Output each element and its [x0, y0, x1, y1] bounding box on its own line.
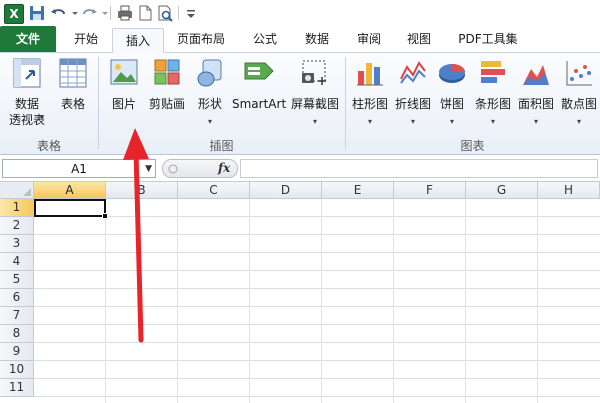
area-chart-label: 面积图	[517, 97, 554, 111]
redo-dropdown-icon[interactable]	[96, 4, 114, 22]
new-doc-icon[interactable]	[136, 4, 154, 22]
scatter-chart-dropdown-icon[interactable]: ▾	[558, 117, 600, 126]
row-header-2[interactable]: 2	[0, 217, 34, 235]
quick-access-toolbar: X	[0, 0, 600, 26]
row-header-1[interactable]: 1	[0, 199, 34, 217]
active-cell-a1[interactable]	[34, 199, 106, 217]
ribbon-insert: 数据 透视表 ▾ 表格 表格 图片 剪贴画 形状 ▾ SmartArt 屏幕截图…	[0, 53, 600, 155]
column-chart-dropdown-icon[interactable]: ▾	[348, 117, 392, 126]
customize-icon[interactable]	[182, 4, 200, 22]
pivot-table-label-1: 数据	[14, 97, 39, 111]
column-header-f[interactable]: F	[394, 182, 466, 199]
row-header-9[interactable]: 9	[0, 343, 34, 361]
shapes-dropdown-icon[interactable]: ▾	[190, 117, 230, 126]
group-label-illustrations: 插图	[209, 139, 234, 153]
clipart-label: 剪贴画	[148, 97, 185, 111]
smartart-label: SmartArt	[232, 97, 287, 111]
row-header-4[interactable]: 4	[0, 253, 34, 271]
insert-function-icon[interactable]: fx	[218, 161, 230, 175]
group-label-charts: 图表	[460, 139, 485, 153]
column-header-g[interactable]: G	[466, 182, 538, 199]
column-chart-icon	[357, 63, 383, 86]
column-header-e[interactable]: E	[322, 182, 394, 199]
bar-chart-icon	[481, 61, 505, 83]
row-header-3[interactable]: 3	[0, 235, 34, 253]
scatter-chart-label: 散点图	[560, 97, 597, 111]
clipart-icon	[154, 59, 180, 85]
line-chart-dropdown-icon[interactable]: ▾	[392, 117, 434, 126]
pie-chart-icon	[439, 64, 465, 83]
row-header-10[interactable]: 10	[0, 361, 34, 379]
column-chart-label: 柱形图	[351, 97, 388, 111]
tab-pdf-tools[interactable]: PDF工具集	[448, 26, 528, 52]
select-all-corner[interactable]	[0, 182, 34, 199]
tab-formulas[interactable]: 公式	[240, 26, 290, 52]
name-box-value: A1	[71, 162, 87, 176]
pivot-dropdown-icon[interactable]: ▾	[40, 113, 44, 122]
scatter-chart-icon	[566, 61, 592, 86]
group-label-tables: 表格	[36, 139, 61, 153]
column-header-a[interactable]: A	[34, 182, 106, 199]
table-label: 表格	[60, 97, 85, 111]
tab-insert[interactable]: 插入	[112, 28, 164, 54]
excel-icon[interactable]: X	[4, 4, 24, 24]
row-header-11[interactable]: 11	[0, 379, 34, 397]
row-header-6[interactable]: 6	[0, 289, 34, 307]
line-chart-icon	[400, 61, 426, 84]
bar-chart-label: 条形图	[474, 97, 511, 111]
screenshot-icon	[302, 60, 326, 85]
column-header-h[interactable]: H	[538, 182, 600, 199]
fill-handle[interactable]	[102, 213, 108, 219]
pie-chart-dropdown-icon[interactable]: ▾	[434, 117, 470, 126]
row-header-8[interactable]: 8	[0, 325, 34, 343]
name-box[interactable]: A1 ▼	[2, 159, 156, 178]
column-header-b[interactable]: B	[106, 182, 178, 199]
tab-view[interactable]: 视图	[396, 26, 442, 52]
line-chart-label: 折线图	[394, 97, 431, 111]
formula-bar: A1 ▼ fx	[0, 157, 600, 182]
formula-input[interactable]	[240, 159, 598, 178]
ribbon-tabs: 文件 开始 插入 页面布局 公式 数据 审阅 视图 PDF工具集	[0, 26, 600, 54]
bar-chart-dropdown-icon[interactable]: ▾	[472, 117, 514, 126]
table-icon	[59, 58, 87, 88]
tab-file[interactable]: 文件	[0, 26, 56, 52]
worksheet-grid: A B C D E F G H 1 2 3 4 5 6 7 8 9 10 11	[0, 182, 600, 403]
pivot-table-label-2: 透视表	[8, 113, 45, 127]
name-box-dropdown-icon[interactable]: ▼	[145, 160, 152, 179]
tab-data[interactable]: 数据	[294, 26, 340, 52]
smartart-icon	[244, 62, 274, 80]
row-header-5[interactable]: 5	[0, 271, 34, 289]
pivot-table-icon	[13, 58, 41, 88]
tab-page-layout[interactable]: 页面布局	[166, 26, 236, 52]
picture-icon	[110, 59, 138, 85]
shapes-label: 形状	[197, 97, 222, 111]
tab-home[interactable]: 开始	[60, 26, 112, 52]
tab-review[interactable]: 审阅	[346, 26, 392, 52]
screenshot-label: 屏幕截图	[290, 97, 339, 111]
column-header-d[interactable]: D	[250, 182, 322, 199]
pie-chart-label: 饼图	[439, 97, 464, 111]
picture-label: 图片	[111, 97, 136, 111]
column-header-c[interactable]: C	[178, 182, 250, 199]
screenshot-dropdown-icon[interactable]: ▾	[288, 117, 342, 126]
save-icon[interactable]	[28, 4, 46, 22]
print-preview-icon[interactable]	[156, 4, 174, 22]
area-chart-dropdown-icon[interactable]: ▾	[514, 117, 558, 126]
print-icon[interactable]	[116, 4, 134, 22]
shapes-icon	[197, 59, 222, 87]
formula-options-icon[interactable]	[167, 163, 179, 175]
area-chart-icon	[523, 65, 549, 85]
row-header-7[interactable]: 7	[0, 307, 34, 325]
